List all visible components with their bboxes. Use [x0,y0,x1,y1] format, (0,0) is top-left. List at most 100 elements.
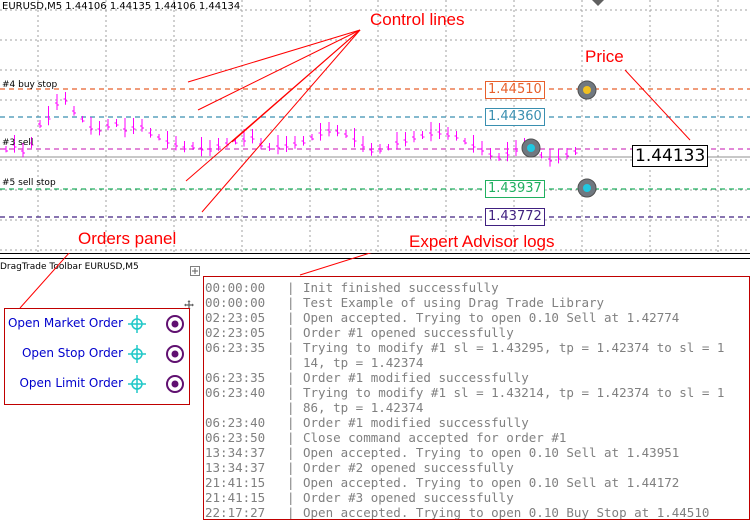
order-handle-buy-stop-icon[interactable] [577,80,597,100]
price-box-sell-stop[interactable]: 1.43937 [485,180,545,198]
order-row-limit: Open Limit Order [5,373,191,395]
log-row: | 14, tp = 1.42374 [204,355,423,370]
log-time: 06:23:35 [205,340,266,355]
log-separator: | [287,385,295,400]
log-separator: | [287,280,295,295]
log-time: 00:00:00 [205,295,266,310]
annotation-arrow [185,29,361,182]
log-row: 13:34:37 | Order #2 opened successfully [204,460,514,475]
logs-move-handle-icon[interactable] [190,266,200,276]
expert-advisor-logs-panel: 00:00:00 | Init finished successfully 00:00… [203,276,750,520]
log-message: 14, tp = 1.42374 [303,355,424,370]
log-separator: | [287,475,295,490]
log-separator: | [287,400,295,415]
log-separator: | [287,460,295,475]
log-row: 06:23:50 | Close command accepted for orde… [204,430,566,445]
log-separator: | [287,415,295,430]
level-label-buy-stop: #4 buy stop [2,80,58,90]
log-row: 22:17:27 | Open accepted. Trying to open 0… [204,505,710,520]
target-icon[interactable] [165,374,185,394]
order-row-stop: Open Stop Order [5,343,191,365]
log-message: Order #1 opened successfully [303,325,514,340]
annotation-price: Price [585,47,624,66]
annotation-orders-panel: Orders panel [78,229,177,248]
open-market-order-button[interactable]: Open Market Order [8,316,123,330]
price-box-level-2[interactable]: 1.44360 [485,108,545,126]
log-time: 06:23:40 [205,415,266,430]
log-time: 22:17:27 [205,505,266,520]
log-row: 02:23:05 | Order #1 opened successfully [204,325,514,340]
open-stop-order-button[interactable]: Open Stop Order [22,346,123,360]
log-time: 06:23:35 [205,370,266,385]
log-row: | 86, tp = 1.42374 [204,400,423,415]
log-message: Order #3 opened successfully [303,490,514,505]
annotation-arrow [187,29,361,83]
log-separator: | [287,325,295,340]
level-label-sell-stop: #5 sell stop [2,178,56,188]
log-time: 06:23:40 [205,385,266,400]
log-message: Open accepted. Trying to open 0.10 Buy S… [303,505,710,520]
log-row: 00:00:00 | Init finished successfully [204,280,499,295]
orders-panel: Open Market Order Open Stop Order Open L… [4,308,190,405]
annotation-arrow [624,69,691,141]
log-message: Open accepted. Trying to open 0.10 Sell … [303,445,680,460]
log-time: 02:23:05 [205,325,266,340]
open-limit-order-button[interactable]: Open Limit Order [19,376,123,390]
crosshair-icon[interactable] [127,314,147,334]
log-row: 13:34:37 | Open accepted. Trying to open 0… [204,445,679,460]
log-message: Init finished successfully [303,280,499,295]
log-message: Trying to modify #1 sl = 1.43214, tp = 1… [303,385,725,400]
log-time: 21:41:15 [205,490,266,505]
price-box-level-5[interactable]: 1.43772 [485,208,545,226]
log-row: 06:23:35 | Order #1 modified successfully [204,370,529,385]
crosshair-icon[interactable] [127,344,147,364]
log-separator: | [287,355,295,370]
log-separator: | [287,340,295,355]
level-label-sell: #3 sell [2,138,34,148]
log-message: Order #2 opened successfully [303,460,514,475]
log-row: 06:23:40 | Order #1 modified successfully [204,415,529,430]
log-separator: | [287,505,295,520]
log-message: Test Example of using Drag Trade Library [303,295,605,310]
log-row: 21:41:15 | Order #3 opened successfully [204,490,514,505]
price-chart[interactable]: EURUSD,M5 1.44106 1.44135 1.44106 1.4413… [0,0,750,253]
order-row-market: Open Market Order [5,313,191,335]
log-message: Close command accepted for order #1 [303,430,567,445]
log-message: 86, tp = 1.42374 [303,400,424,415]
log-message: Order #1 modified successfully [303,415,529,430]
annotation-arrow [201,29,361,213]
annotation-control-lines: Control lines [370,10,465,29]
log-time: 21:41:15 [205,475,266,490]
log-separator: | [287,310,295,325]
log-time: 13:34:37 [205,445,266,460]
log-time: 06:23:50 [205,430,266,445]
crosshair-icon[interactable] [127,374,147,394]
log-row: 21:41:15 | Open accepted. Trying to open 0… [204,475,679,490]
log-message: Trying to modify #1 sl = 1.43295, tp = 1… [303,340,725,355]
log-time: 13:34:37 [205,460,266,475]
annotation-expert-advisor-logs: Expert Advisor logs [409,232,555,251]
target-icon[interactable] [165,344,185,364]
log-separator: | [287,370,295,385]
log-time: 02:23:05 [205,310,266,325]
log-separator: | [287,490,295,505]
current-price-box: 1.44133 [632,145,709,167]
log-message: Order #1 modified successfully [303,370,529,385]
log-separator: | [287,430,295,445]
price-box-buy-stop[interactable]: 1.44510 [485,81,545,99]
chart-header: EURUSD,M5 1.44106 1.44135 1.44106 1.4413… [2,1,241,12]
log-row: 00:00:00 | Test Example of using Drag Trad… [204,295,604,310]
log-message: Open accepted. Trying to open 0.10 Sell … [303,475,680,490]
log-row: 06:23:35 | Trying to modify #1 sl = 1.4329… [204,340,724,355]
scroll-marker-icon [592,0,604,6]
log-separator: | [287,445,295,460]
order-handle-sell-icon[interactable] [521,138,541,158]
order-handle-sell-stop-icon[interactable] [577,178,597,198]
log-time: 00:00:00 [205,280,266,295]
log-separator: | [287,295,295,310]
log-row: 06:23:40 | Trying to modify #1 sl = 1.4321… [204,385,724,400]
log-message: Open accepted. Trying to open 0.10 Sell … [303,310,680,325]
log-row: 02:23:05 | Open accepted. Trying to open 0… [204,310,679,325]
chart-canvas[interactable] [0,0,750,253]
target-icon[interactable] [165,314,185,334]
